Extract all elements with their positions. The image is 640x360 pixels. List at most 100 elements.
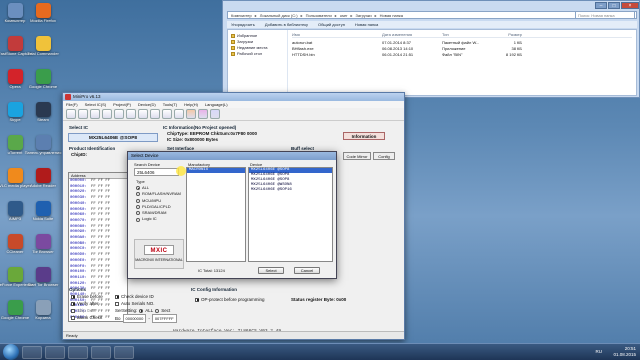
checkbox[interactable] — [71, 294, 75, 299]
radio-button[interactable] — [136, 217, 140, 222]
desktop-icon[interactable]: AIMP3 — [3, 201, 27, 222]
manufactory-list[interactable]: MACRONIX — [186, 167, 246, 262]
checkbox[interactable] — [71, 301, 75, 306]
breadcrumb-item[interactable]: Компьютер — [231, 13, 252, 18]
erase-before-option[interactable]: Erase before — [71, 293, 103, 300]
manufacturer-item[interactable]: MACRONIX — [187, 168, 245, 173]
serial-all-radio[interactable] — [139, 308, 144, 313]
explorer-search-input[interactable]: Поиск: Новая папка — [575, 11, 635, 19]
menu-item[interactable]: Tools(T) — [163, 101, 177, 108]
breadcrumb-item[interactable]: Локальный диск (C:) — [260, 13, 298, 18]
explorer-menu-item[interactable]: Новая папка — [355, 21, 378, 28]
toolbar-button[interactable] — [138, 109, 148, 119]
checkbox[interactable] — [115, 294, 119, 299]
maximize-button[interactable]: □ — [608, 2, 620, 9]
verify-after-option[interactable]: Verify after — [71, 300, 103, 307]
taskbar-firefox-icon[interactable] — [68, 345, 88, 359]
serial-sect-radio[interactable] — [155, 308, 160, 313]
column-header[interactable]: Дата изменения — [382, 31, 442, 37]
toolbar-button[interactable] — [66, 109, 76, 119]
column-header[interactable]: Имя — [292, 31, 382, 37]
explorer-menu-item[interactable]: Упорядочить — [231, 21, 255, 28]
desktop-icon[interactable]: Steam — [31, 102, 55, 123]
toolbar-button[interactable] — [198, 109, 208, 119]
skip-ff-option[interactable]: Skip 0xFF — [71, 307, 103, 314]
toolbar-button[interactable] — [90, 109, 100, 119]
desktop-icon[interactable]: Google Chrome — [1, 300, 29, 321]
taskbar-media-icon[interactable] — [45, 345, 65, 359]
breadcrumb-item[interactable]: Пользователи — [306, 13, 332, 18]
auto-serials-option[interactable]: Auto Serials NO. — [115, 300, 177, 307]
information-button[interactable]: Information — [343, 132, 385, 140]
otp-option[interactable]: OP-protect before programming — [195, 296, 265, 303]
desktop-icon[interactable]: Корзина — [31, 300, 55, 321]
desktop-icon[interactable]: Adobe Reader — [30, 168, 56, 189]
serial-from-input[interactable]: 00000000 — [122, 314, 147, 323]
serial-to-input[interactable]: 007FFFFF — [151, 314, 177, 323]
toolbar-button[interactable] — [114, 109, 124, 119]
menu-item[interactable]: Device(D) — [138, 101, 156, 108]
minimize-button[interactable]: – — [595, 2, 607, 9]
radio-button[interactable] — [136, 186, 140, 191]
lang-indicator[interactable]: RU — [596, 349, 603, 355]
breadcrumb-item[interactable]: Загрузки — [356, 13, 372, 18]
desktop-icon[interactable]: Mozilla Firefox — [30, 3, 56, 24]
taskbar-folder-icon[interactable] — [114, 345, 134, 359]
desktop-icon[interactable]: uTorrent — [3, 135, 27, 156]
toolbar-button[interactable] — [174, 109, 184, 119]
taskbar-explorer-icon[interactable] — [22, 345, 42, 359]
toolbar-button[interactable] — [102, 109, 112, 119]
desktop-icon[interactable]: GeForce Experience — [0, 267, 33, 288]
close-button[interactable]: × — [621, 2, 639, 9]
file-row[interactable]: HTTDSH.bin 06.01.2014 21:51 Файл "BIN" 8 19… — [292, 52, 632, 58]
check-device-id-option[interactable]: Check device ID — [115, 293, 177, 300]
toolbar-button[interactable] — [186, 109, 196, 119]
checkbox[interactable] — [115, 301, 119, 306]
desktop-icon[interactable]: Google Chrome — [29, 69, 57, 90]
cancel-button[interactable]: Cancel — [294, 267, 320, 274]
column-header[interactable]: Тип — [442, 31, 492, 37]
start-button[interactable] — [3, 344, 19, 360]
menu-item[interactable]: Language(L) — [205, 101, 228, 108]
radio-button[interactable] — [136, 205, 140, 210]
column-header[interactable]: Размер — [492, 31, 522, 37]
desktop-icon[interactable]: FastStone Capture — [0, 36, 32, 57]
toolbar-button[interactable] — [150, 109, 160, 119]
radio-button[interactable] — [136, 211, 140, 216]
clock-date[interactable]: 01.08.2015 — [613, 352, 636, 358]
device-item[interactable]: MX25L6406E @SOP16 — [249, 188, 332, 193]
toolbar-button[interactable] — [210, 109, 220, 119]
nav-item[interactable]: Рабочий стол — [231, 51, 284, 57]
taskbar-minipro-icon[interactable] — [91, 345, 111, 359]
device-list[interactable]: MX25L6406E @SOP8 MX25L6406E @SOP8 MX25L640… — [248, 167, 333, 262]
type-option[interactable]: Logic IC — [136, 216, 181, 222]
explorer-menu-item[interactable]: Общий доступ — [318, 21, 345, 28]
radio-button[interactable] — [136, 198, 140, 203]
select-button[interactable]: Select — [258, 267, 284, 274]
blank-check-option[interactable]: Blank Check — [71, 314, 103, 321]
radio-button[interactable] — [136, 192, 140, 197]
menu-item[interactable]: Project(P) — [113, 101, 131, 108]
desktop-icon[interactable]: Tor Browser — [31, 234, 55, 255]
config-button[interactable]: Config — [373, 152, 395, 160]
menu-item[interactable]: Help(H) — [184, 101, 198, 108]
toolbar-button[interactable] — [78, 109, 88, 119]
menu-item[interactable]: Select IC(S) — [85, 101, 107, 108]
search-device-input[interactable]: 25L6406 — [134, 168, 179, 176]
checkbox[interactable] — [71, 308, 75, 313]
checkbox[interactable] — [71, 315, 75, 320]
desktop-icon[interactable]: Opera — [3, 69, 27, 90]
desktop-icon[interactable]: CCleaner — [3, 234, 27, 255]
code-mirror-button[interactable]: Code Mirror — [343, 152, 371, 160]
desktop-icon[interactable]: Компьютер — [3, 3, 27, 24]
toolbar-button[interactable] — [126, 109, 136, 119]
desktop-icon[interactable]: VLC media player — [0, 168, 31, 189]
ic-name-field[interactable]: MX25L6406E @SOP8 — [68, 133, 158, 142]
explorer-menu-item[interactable]: Добавить в библиотеку — [265, 21, 308, 28]
breadcrumb-item[interactable]: user — [340, 13, 348, 18]
menu-item[interactable]: File(F) — [66, 101, 78, 108]
breadcrumb-item[interactable]: Новая папка — [380, 13, 403, 18]
desktop-icon[interactable]: Панель управления — [25, 135, 61, 156]
desktop-icon[interactable]: Start Tor Browser — [28, 267, 58, 288]
desktop-icon[interactable]: Skype — [3, 102, 27, 123]
